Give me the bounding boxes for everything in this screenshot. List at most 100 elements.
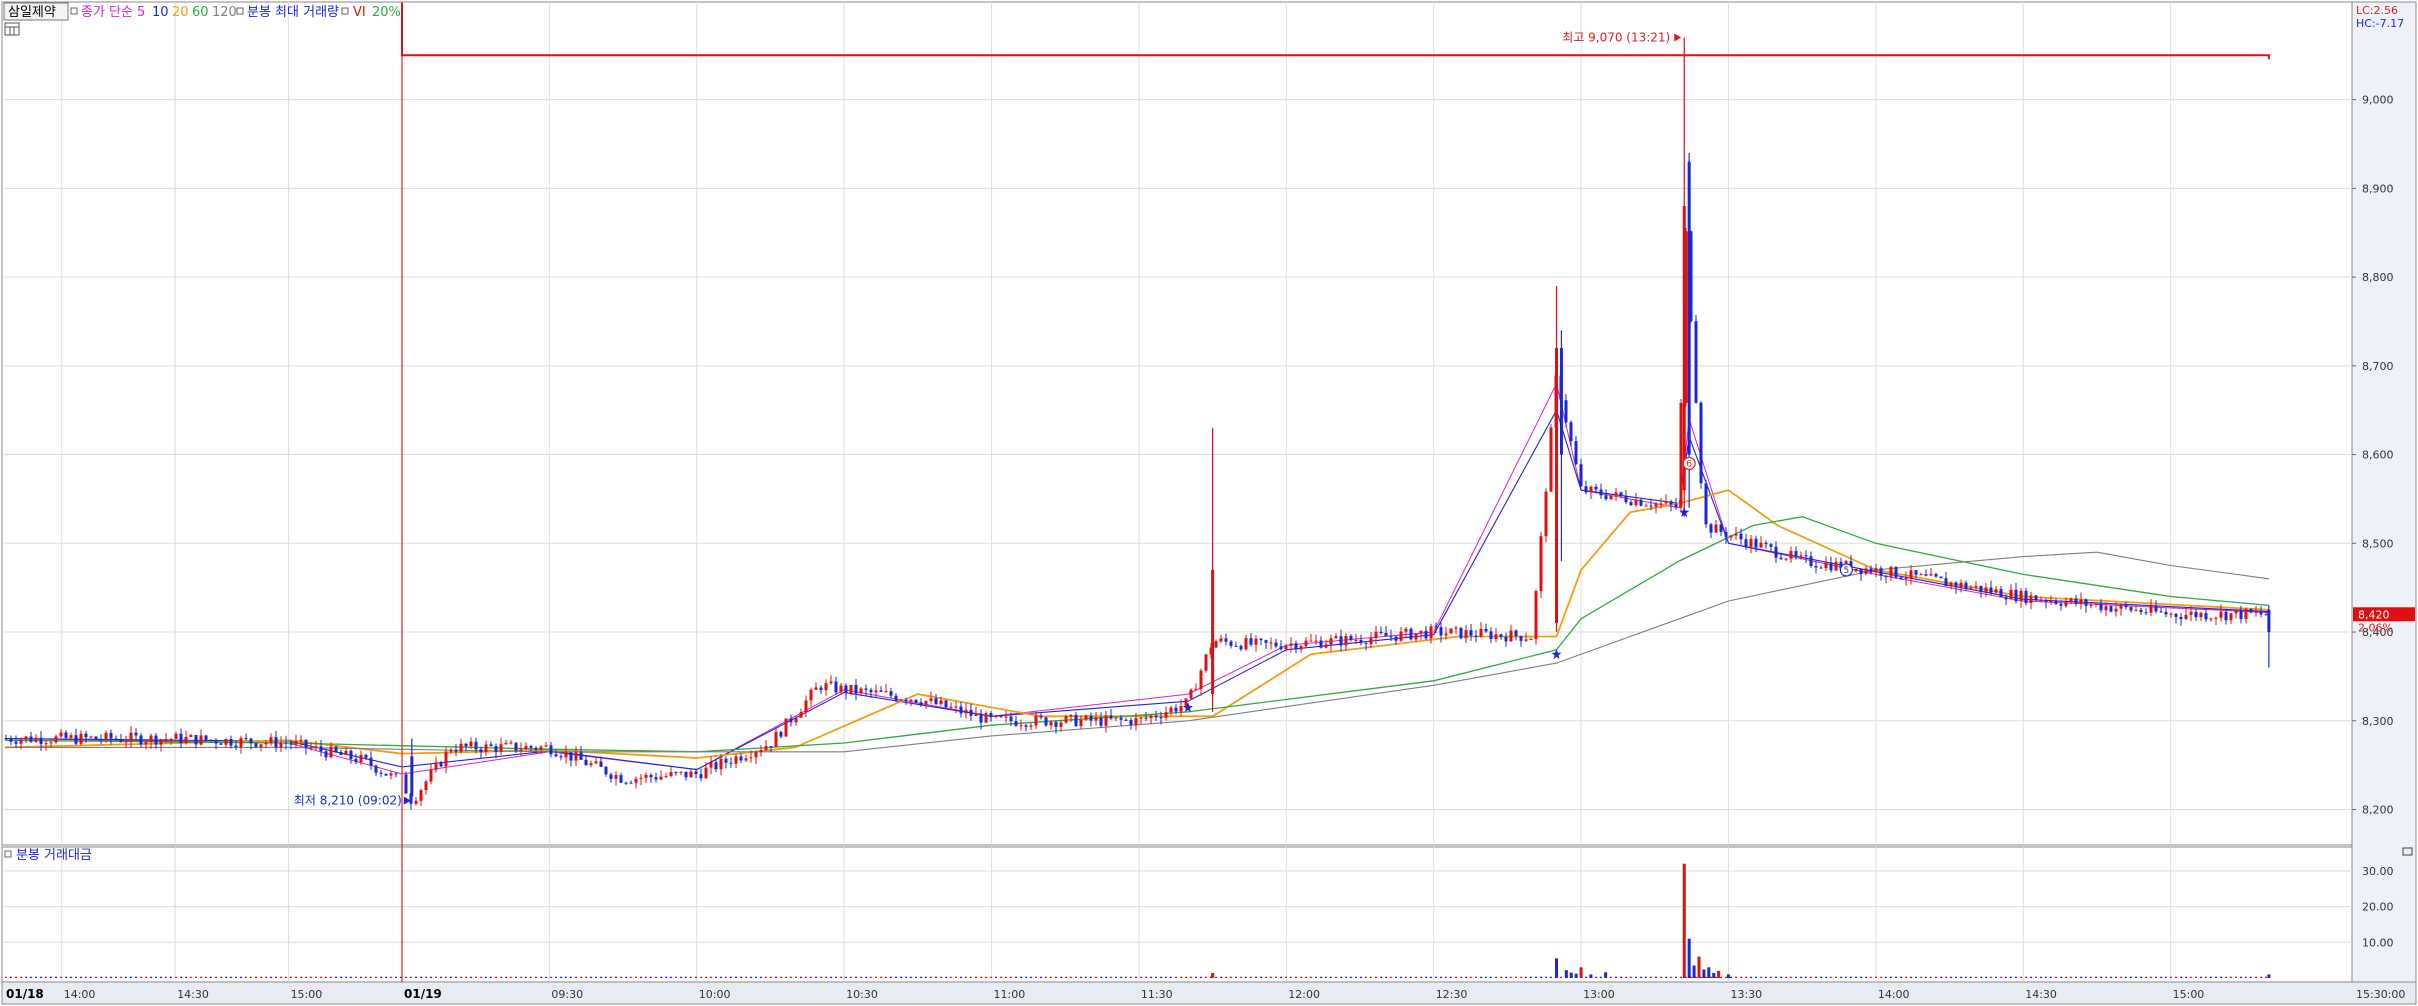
candle-body: [1089, 715, 1093, 721]
candle-body: [1344, 635, 1348, 646]
candle-body: [2214, 617, 2218, 619]
table-icon[interactable]: [4, 22, 20, 36]
price-tick-label: 8,200: [2362, 804, 2394, 817]
ma-toggle-icon[interactable]: [70, 7, 78, 15]
candle-body: [384, 773, 388, 776]
candle-body: [2149, 605, 2153, 613]
candle-body: [129, 732, 133, 742]
candle-body: [959, 706, 963, 714]
volume-bar: [1564, 970, 1568, 978]
candle-body: [1589, 486, 1593, 493]
spike-body: [1687, 161, 1691, 455]
candle-body: [244, 738, 248, 740]
candle-body: [2159, 611, 2163, 613]
volume-axis-labels: 30.00 20.00 10.00: [2362, 865, 2394, 949]
candle-body: [2084, 599, 2088, 606]
candle-body: [899, 699, 903, 701]
candle-body: [1564, 400, 1568, 423]
candle-body: [569, 752, 573, 761]
time-tick-label: 12:30: [1436, 988, 1468, 1001]
candle-body: [534, 747, 538, 750]
candle-body: [2129, 607, 2133, 611]
time-tick-label: 15:00: [2173, 988, 2205, 1001]
candle-body: [1034, 715, 1038, 726]
candle-body: [1069, 714, 1073, 717]
candle-body: [879, 690, 883, 692]
candle-body: [1039, 715, 1043, 718]
candle-body: [914, 699, 918, 703]
candle-body: [469, 741, 473, 747]
candle-body: [1609, 495, 1613, 500]
vi-toggle-icon[interactable]: [341, 7, 349, 15]
candle-body: [1474, 635, 1478, 637]
candle-body: [979, 713, 983, 723]
candle-body: [439, 762, 443, 767]
candle-body: [1704, 483, 1708, 525]
candle-body: [169, 738, 173, 740]
candle-body: [434, 762, 438, 770]
candle-body: [1614, 492, 1618, 496]
stock-chart[interactable]: 8,2008,3008,4008,5008,6008,7008,8008,900…: [0, 0, 2418, 1006]
candle-body: [284, 742, 288, 744]
candle-body: [499, 744, 503, 752]
candle-body: [1019, 725, 1023, 727]
candle-body: [1869, 568, 1873, 573]
price-axis-strip: [2351, 1, 2417, 983]
candle-body: [319, 746, 323, 752]
candle-body: [194, 735, 198, 745]
candle-body: [1004, 716, 1008, 718]
candle-body: [1629, 502, 1633, 506]
candle-body: [304, 739, 308, 748]
candle-body: [894, 695, 898, 701]
candle-body: [1304, 640, 1308, 647]
candle-body: [1994, 589, 1998, 593]
time-tick-label: 10:00: [699, 988, 731, 1001]
candle-body: [1884, 575, 1888, 577]
candle-body: [1159, 717, 1163, 719]
candle-body: [224, 738, 228, 745]
candle-body: [1014, 721, 1018, 726]
candle-body: [1919, 574, 1923, 576]
volume-panel-toggle-icon[interactable]: [4, 850, 12, 858]
candle-body: [379, 772, 383, 774]
candle-body: [1349, 635, 1353, 641]
candle-body: [1604, 495, 1608, 500]
candle-body: [1579, 464, 1583, 487]
candle-body: [374, 765, 378, 773]
candle-body: [54, 736, 58, 743]
candle-body: [1029, 725, 1033, 727]
candle-body: [1739, 533, 1743, 540]
panel-collapse-icon[interactable]: [2402, 847, 2413, 856]
marker-six-label: 6: [1686, 459, 1692, 469]
candle-body: [644, 774, 648, 778]
volume-bar: [1574, 973, 1578, 978]
candle-body: [1104, 715, 1108, 726]
candle-body: [1204, 654, 1208, 671]
candle-body: [734, 756, 738, 764]
candle-body: [984, 713, 988, 723]
candle-body: [2079, 599, 2083, 604]
candle-body: [1794, 550, 1798, 556]
volume-overlay-toggle-icon[interactable]: [236, 7, 244, 15]
candle-body: [449, 750, 453, 752]
candle-body: [1574, 441, 1578, 465]
candle-body: [1404, 628, 1408, 632]
candle-body: [1984, 587, 1988, 592]
volume-bar: [1589, 974, 1593, 978]
candle-body: [1259, 638, 1263, 641]
candle-body: [1059, 722, 1063, 727]
candle-body: [1709, 524, 1713, 533]
candle-body: [159, 739, 163, 745]
candle-body: [1469, 630, 1473, 636]
candle-body: [24, 736, 28, 740]
candle-body: [739, 756, 743, 761]
candle-body: [1744, 539, 1748, 547]
candle-body: [394, 773, 398, 775]
candle-body: [1959, 582, 1963, 588]
candle-body: [599, 761, 603, 767]
candle-body: [104, 732, 108, 740]
candle-body: [1714, 524, 1718, 533]
spike-body: [1682, 206, 1686, 491]
candle-body: [1114, 717, 1118, 719]
candle-body: [424, 781, 428, 791]
